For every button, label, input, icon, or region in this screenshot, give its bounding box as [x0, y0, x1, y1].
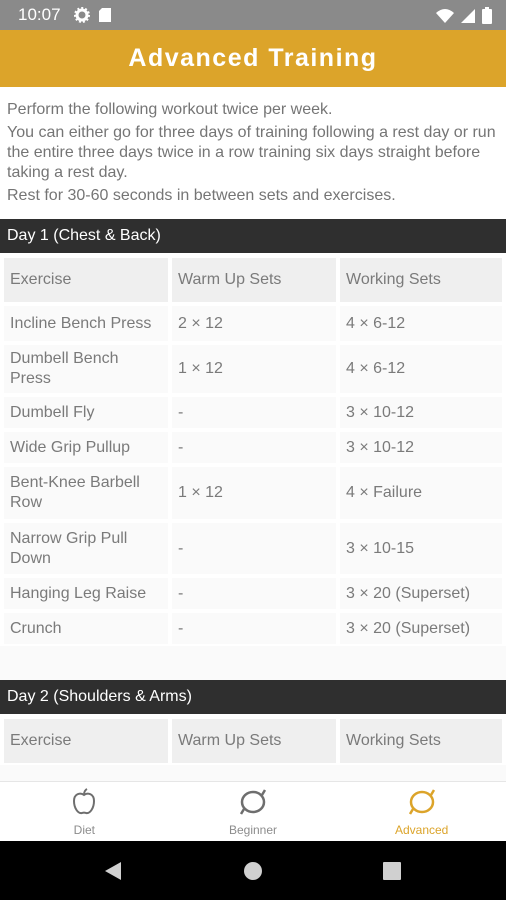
nav-item-diet[interactable]: Diet — [0, 782, 169, 842]
column-header: Exercise — [2, 717, 170, 765]
warmup-cell: - — [170, 521, 338, 576]
page-title: Advanced Training — [128, 44, 378, 72]
table-row: Narrow Grip Pull Down - 3 × 10-15 — [2, 521, 504, 576]
table-row: Dumbell Fly - 3 × 10-12 — [2, 395, 504, 430]
warmup-cell: 1 × 12 — [170, 465, 338, 521]
exercise-cell: Narrow Grip Pull Down — [2, 521, 170, 576]
working-cell: 4 × 6-12 — [338, 304, 504, 343]
warmup-cell: - — [170, 576, 338, 611]
apple-icon — [71, 788, 97, 821]
working-cell: 3 × 10-12 — [338, 395, 504, 430]
intro-line: Rest for 30-60 seconds in between sets a… — [7, 187, 396, 204]
status-time: 10:07 — [18, 5, 61, 24]
day-header: Day 1 (Chest & Back) — [0, 219, 506, 253]
home-icon[interactable] — [243, 861, 263, 886]
workout-table: Exercise Warm Up Sets Working Sets — [0, 714, 506, 765]
table-row: Incline Bench Press 2 × 12 4 × 6-12 — [2, 304, 504, 343]
ring-icon — [238, 788, 268, 821]
nav-label: Advanced — [394, 823, 449, 837]
column-header: Exercise — [2, 256, 170, 304]
exercise-cell: Wide Grip Pullup — [2, 430, 170, 465]
table-row: Dumbell Bench Press 1 × 12 4 × 6-12 — [2, 343, 504, 395]
intro-line: Perform the following workout twice per … — [7, 101, 333, 118]
table-row: Hanging Leg Raise - 3 × 20 (Superset) — [2, 576, 504, 611]
intro-line: You can either go for three days of trai… — [7, 124, 496, 181]
warmup-cell: - — [170, 395, 338, 430]
table-header-row: Exercise Warm Up Sets Working Sets — [2, 717, 504, 765]
exercise-cell: Bent-Knee Barbell Row — [2, 465, 170, 521]
exercise-cell: Dumbell Fly — [2, 395, 170, 430]
table-row: Bent-Knee Barbell Row 1 × 12 4 × Failure — [2, 465, 504, 521]
bottom-navigation: Diet Beginner Advanced — [0, 781, 506, 842]
signal-icon — [460, 8, 476, 29]
working-cell: 3 × 20 (Superset) — [338, 611, 504, 646]
warmup-cell: - — [170, 611, 338, 646]
exercise-cell: Incline Bench Press — [2, 304, 170, 343]
status-bar: 10:07 — [0, 0, 506, 30]
exercise-cell: Crunch — [2, 611, 170, 646]
system-navigation-bar — [0, 841, 506, 900]
nav-item-advanced[interactable]: Advanced — [337, 782, 506, 842]
back-icon[interactable] — [103, 861, 123, 886]
ring-icon — [407, 788, 437, 821]
gear-icon — [74, 7, 90, 28]
working-cell: 4 × Failure — [338, 465, 504, 521]
column-header: Working Sets — [338, 717, 504, 765]
working-cell: 4 × 6-12 — [338, 343, 504, 395]
app-bar: Advanced Training — [0, 30, 506, 87]
working-cell: 3 × 20 (Superset) — [338, 576, 504, 611]
table-header-row: Exercise Warm Up Sets Working Sets — [2, 256, 504, 304]
table-row: Crunch - 3 × 20 (Superset) — [2, 611, 504, 646]
column-header: Warm Up Sets — [170, 717, 338, 765]
nav-label: Beginner — [228, 823, 278, 837]
intro-text: Perform the following workout twice per … — [0, 87, 506, 219]
working-cell: 3 × 10-12 — [338, 430, 504, 465]
wifi-icon — [436, 8, 454, 29]
workout-table: Exercise Warm Up Sets Working Sets Incli… — [0, 253, 506, 646]
table-footer-space — [0, 646, 506, 680]
workout-content[interactable]: Perform the following workout twice per … — [0, 87, 506, 781]
exercise-cell: Hanging Leg Raise — [2, 576, 170, 611]
nav-label: Diet — [73, 823, 95, 837]
day-header: Day 2 (Shoulders & Arms) — [0, 680, 506, 714]
recents-icon[interactable] — [383, 862, 401, 885]
table-row: Wide Grip Pullup - 3 × 10-12 — [2, 430, 504, 465]
exercise-cell: Dumbell Bench Press — [2, 343, 170, 395]
nav-item-beginner[interactable]: Beginner — [169, 782, 338, 842]
warmup-cell: - — [170, 430, 338, 465]
column-header: Warm Up Sets — [170, 256, 338, 304]
working-cell: 3 × 10-15 — [338, 521, 504, 576]
column-header: Working Sets — [338, 256, 504, 304]
warmup-cell: 2 × 12 — [170, 304, 338, 343]
sd-card-icon — [98, 7, 112, 28]
warmup-cell: 1 × 12 — [170, 343, 338, 395]
battery-icon — [482, 7, 492, 29]
